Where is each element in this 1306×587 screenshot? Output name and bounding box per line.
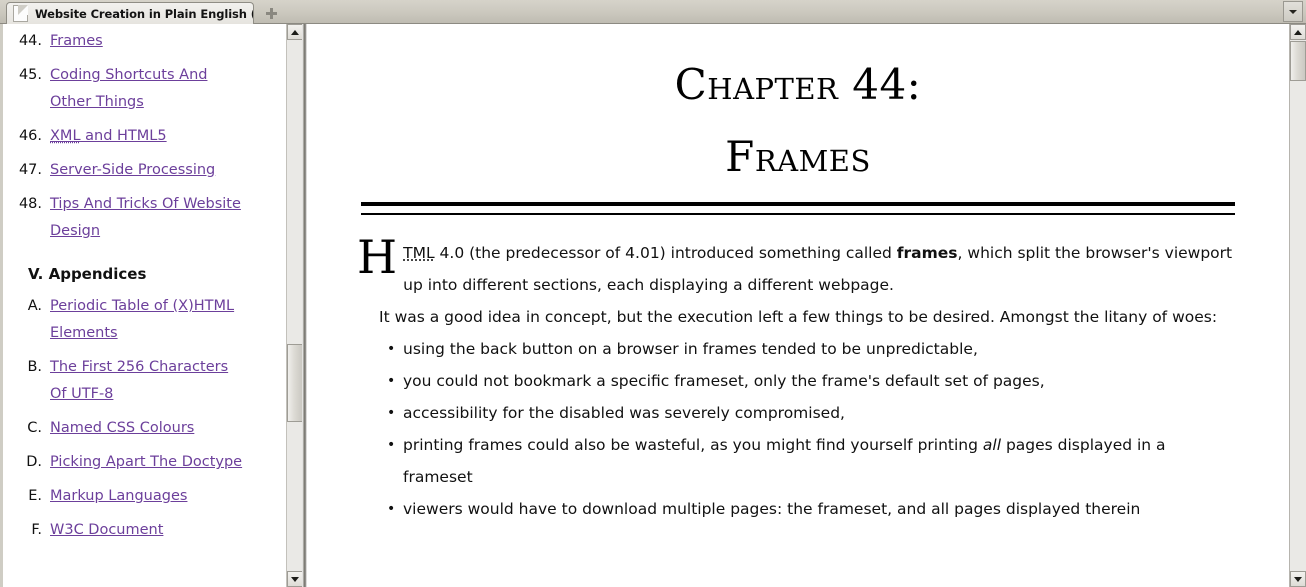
triangle-up-icon: [1294, 29, 1302, 35]
list-item: using the back button on a browser in fr…: [387, 333, 1235, 365]
triangle-up-icon: [291, 29, 299, 35]
sidebar-item-w3c-document[interactable]: W3C Document: [50, 517, 163, 544]
list-item-letter: C.: [27, 420, 42, 436]
browser-viewport: 44. Frames 45. Coding Shortcuts And Othe…: [0, 24, 1306, 587]
lead-bold-frames: frames: [896, 244, 958, 262]
triangle-down-icon: [1294, 576, 1302, 582]
article-body: H TML 4.0 (the predecessor of 4.01) intro…: [357, 230, 1235, 525]
scrollbar-thumb[interactable]: [1290, 41, 1306, 81]
sidebar-item-first-256-characters[interactable]: The First 256 Characters Of UTF-8: [50, 354, 244, 408]
new-tab-button[interactable]: [256, 3, 286, 23]
list-item: accessibility for the disabled was sever…: [387, 397, 1235, 429]
sidebar-item-named-css-colours[interactable]: Named CSS Colours: [50, 415, 194, 442]
scroll-down-button[interactable]: [287, 571, 302, 587]
sidebar-item-frames[interactable]: Frames: [50, 28, 103, 55]
list-item-number: 48.: [18, 196, 42, 212]
sidebar-item-coding-shortcuts[interactable]: Coding Shortcuts And Other Things: [50, 62, 244, 116]
sidebar-item-tips-and-tricks[interactable]: Tips And Tricks Of Website Design: [50, 191, 244, 245]
table-of-contents: 44. Frames 45. Coding Shortcuts And Othe…: [6, 24, 286, 551]
list-item[interactable]: B. The First 256 Characters Of UTF-8: [6, 354, 286, 408]
page-icon: [13, 5, 28, 22]
scroll-up-button[interactable]: [1290, 24, 1306, 40]
list-item-letter: E.: [28, 488, 42, 504]
list-item-number: 45.: [18, 67, 42, 83]
appendix-list: A. Periodic Table of (X)HTML Elements B.…: [6, 293, 286, 544]
list-item-number: 47.: [18, 162, 42, 178]
chevron-down-icon: [1289, 9, 1297, 14]
woes-list: using the back button on a browser in fr…: [357, 333, 1235, 525]
list-item[interactable]: C. Named CSS Colours: [6, 415, 286, 442]
list-item[interactable]: 44. Frames: [6, 28, 286, 55]
list-item-letter: F.: [31, 522, 42, 538]
frameset-page: 44. Frames 45. Coding Shortcuts And Othe…: [0, 24, 1289, 587]
sidebar-item-markup-languages[interactable]: Markup Languages: [50, 483, 187, 510]
tab-bar: Website Creation in Plain English (Fr...: [0, 0, 1306, 24]
content-frame: Chapter 44: Frames H TML 4.0 (the predece…: [307, 24, 1289, 587]
appendices-heading: V. Appendices: [28, 265, 147, 283]
list-item[interactable]: E. Markup Languages: [6, 483, 286, 510]
list-item[interactable]: F. W3C Document: [6, 517, 286, 544]
triangle-down-icon: [291, 576, 299, 582]
scroll-up-button[interactable]: [287, 24, 302, 40]
list-item[interactable]: 48. Tips And Tricks Of Website Design: [6, 191, 286, 245]
page-title: Chapter 44: Frames: [307, 24, 1289, 178]
browser-window: Website Creation in Plain English (Fr...…: [0, 0, 1306, 587]
list-item-number: 44.: [18, 33, 42, 49]
list-item[interactable]: 45. Coding Shortcuts And Other Things: [6, 62, 286, 116]
lead-paragraph: H TML 4.0 (the predecessor of 4.01) intro…: [357, 230, 1235, 301]
article: Chapter 44: Frames H TML 4.0 (the predece…: [307, 24, 1289, 525]
list-item: viewers would have to download multiple …: [387, 493, 1235, 525]
list-item: printing frames could also be wasteful, …: [387, 429, 1235, 493]
chapter-title-line-1: Chapter 44:: [674, 60, 922, 109]
list-item-letter: D.: [26, 454, 42, 470]
abbr-xml: XML: [50, 128, 81, 144]
page-scrollbar[interactable]: [1289, 24, 1306, 587]
scroll-down-button[interactable]: [1290, 571, 1306, 587]
navigation-frame-scrollbar[interactable]: [286, 24, 302, 587]
list-item-number: 46.: [18, 128, 42, 144]
list-item-letter: B.: [27, 359, 42, 375]
sidebar-item-server-side-processing[interactable]: Server-Side Processing: [50, 157, 215, 184]
list-item[interactable]: 46. XML and HTML5: [6, 123, 286, 150]
scrollbar-thumb[interactable]: [287, 344, 302, 422]
abbr-html: TML: [403, 244, 435, 262]
sidebar-item-picking-apart-doctype[interactable]: Picking Apart The Doctype: [50, 449, 242, 476]
second-paragraph: It was a good idea in concept, but the e…: [379, 308, 1218, 326]
lead-text-part-1: 4.0 (the predecessor of 4.01) introduced…: [434, 244, 897, 262]
tab-title: Website Creation in Plain English (Fr...: [35, 6, 253, 21]
navigation-frame: 44. Frames 45. Coding Shortcuts And Othe…: [6, 24, 302, 587]
list-item[interactable]: D. Picking Apart The Doctype: [6, 449, 286, 476]
drop-cap: H: [357, 230, 398, 284]
list-item: you could not bookmark a specific frames…: [387, 365, 1235, 397]
list-item[interactable]: A. Periodic Table of (X)HTML Elements: [6, 293, 286, 347]
chapter-title-line-2: Frames: [725, 132, 871, 181]
browser-tab[interactable]: Website Creation in Plain English (Fr...: [6, 2, 254, 24]
tab-list-button[interactable]: [1283, 1, 1303, 22]
title-divider: [361, 202, 1235, 215]
plus-icon: [265, 7, 277, 19]
sidebar-item-xml-html5[interactable]: XML and HTML5: [50, 123, 167, 150]
chapter-list: 44. Frames 45. Coding Shortcuts And Othe…: [6, 28, 286, 245]
sidebar-item-periodic-table[interactable]: Periodic Table of (X)HTML Elements: [50, 293, 244, 347]
bullet-emphasis-all: all: [982, 436, 1002, 454]
bullet-text-pre: printing frames could also be wasteful, …: [403, 436, 983, 454]
list-item[interactable]: 47. Server-Side Processing: [6, 157, 286, 184]
list-item-letter: A.: [27, 298, 42, 314]
